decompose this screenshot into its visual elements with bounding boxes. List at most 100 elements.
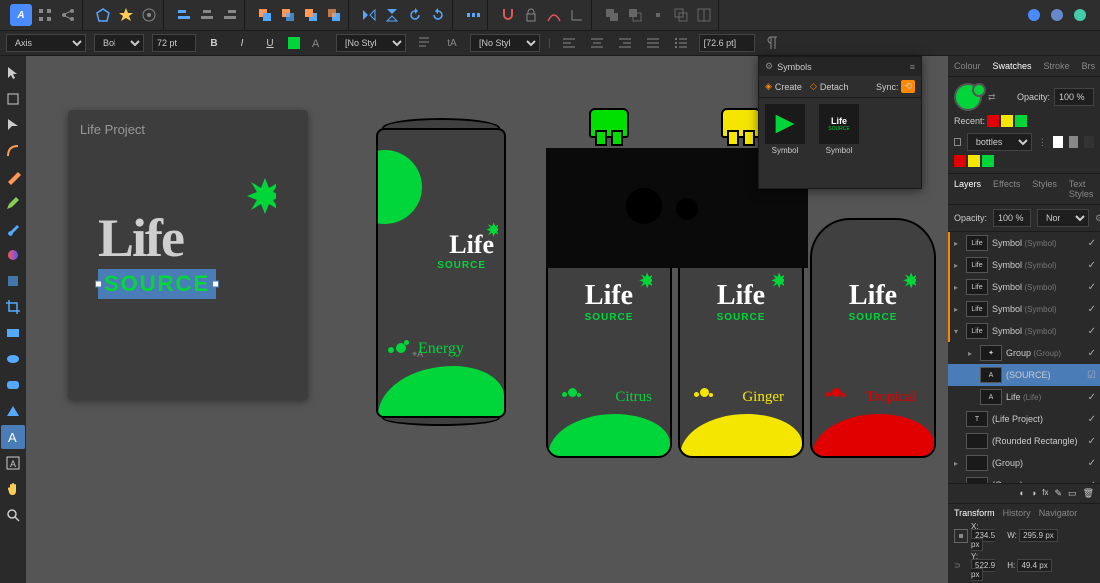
bool-add-icon[interactable]: [602, 5, 622, 25]
tab-styles[interactable]: Styles: [1026, 174, 1063, 204]
align-left-text-icon[interactable]: [559, 33, 579, 53]
layer-row[interactable]: ▸(Group) ✓: [948, 474, 1100, 483]
palette-icon[interactable]: [954, 138, 961, 146]
artboard-tool-icon[interactable]: [1, 87, 25, 111]
align-justify-icon[interactable]: [643, 33, 663, 53]
expand-arrow-icon[interactable]: ▸: [954, 305, 962, 314]
pan-tool-icon[interactable]: [1, 477, 25, 501]
transparency-tool-icon[interactable]: [1, 269, 25, 293]
layer-row[interactable]: ▸(Group) ✓: [948, 452, 1100, 474]
layer-visibility-check[interactable]: ✓: [1088, 304, 1096, 315]
coord-icon[interactable]: [567, 5, 587, 25]
align-center-text-icon[interactable]: [587, 33, 607, 53]
transform-x[interactable]: 234.5 px: [971, 529, 995, 551]
move-tool-icon[interactable]: [1, 61, 25, 85]
pencil-tool-icon[interactable]: [1, 191, 25, 215]
fill-tool-icon[interactable]: [1, 243, 25, 267]
char-style-select[interactable]: [No Style]: [336, 34, 406, 52]
stroke-color-well[interactable]: [972, 83, 986, 97]
fill-color-well[interactable]: [954, 83, 982, 111]
layer-row[interactable]: A(SOURCE) ☑: [948, 364, 1100, 386]
blend-mode-select[interactable]: Normal: [1037, 209, 1089, 227]
node-tool-icon[interactable]: [1, 113, 25, 137]
tab-text-styles[interactable]: Text Styles: [1063, 174, 1100, 204]
bool-xor-icon[interactable]: [671, 5, 691, 25]
rect-tool-icon[interactable]: [1, 321, 25, 345]
arrange-front2-icon[interactable]: [324, 5, 344, 25]
layer-visibility-check[interactable]: ✓: [1088, 392, 1096, 403]
zoom-tool-icon[interactable]: [1, 503, 25, 527]
symbol-create-button[interactable]: ◈Create: [765, 81, 802, 92]
sync-toggle-icon[interactable]: ⟲: [901, 80, 915, 93]
leading-input[interactable]: [699, 34, 755, 52]
arrange-front-icon[interactable]: [301, 5, 321, 25]
bool-int-icon[interactable]: [648, 5, 668, 25]
transform-w[interactable]: 295.9 px: [1019, 529, 1058, 542]
can-artwork[interactable]: Life SOURCE ⌖A Energy: [376, 118, 506, 428]
align-center-icon[interactable]: [197, 5, 217, 25]
symbol-item[interactable]: LifeSOURCE Symbol: [819, 104, 859, 182]
ellipse-tool-icon[interactable]: [1, 347, 25, 371]
gear-icon[interactable]: ⚙: [765, 61, 773, 72]
layer-visibility-check[interactable]: ✓: [1088, 436, 1096, 447]
share-icon[interactable]: [58, 5, 78, 25]
triangle-tool-icon[interactable]: [1, 399, 25, 423]
tab-transform[interactable]: Transform: [954, 508, 995, 518]
layer-visibility-check[interactable]: ✓: [1088, 238, 1096, 249]
expand-arrow-icon[interactable]: ▸: [954, 459, 962, 468]
layer-row[interactable]: T(Life Project) ✓: [948, 408, 1100, 430]
rotate-cw-icon[interactable]: [428, 5, 448, 25]
typography-icon[interactable]: tA: [442, 33, 462, 53]
tab-colour[interactable]: Colour: [948, 56, 987, 76]
layer-visibility-check[interactable]: ✓: [1088, 458, 1096, 469]
font-family-select[interactable]: Axis: [6, 34, 86, 52]
expand-arrow-icon[interactable]: ▸: [968, 349, 976, 358]
rounded-rect-tool-icon[interactable]: [1, 373, 25, 397]
italic-icon[interactable]: I: [232, 33, 252, 53]
palette-swatch[interactable]: [982, 155, 994, 167]
layer-row[interactable]: ▸LifeSymbol (Symbol)✓: [948, 276, 1100, 298]
tab-layers[interactable]: Layers: [948, 174, 987, 204]
tab-effects[interactable]: Effects: [987, 174, 1026, 204]
layer-visibility-check[interactable]: ✓: [1088, 414, 1096, 425]
transform-h[interactable]: 49.4 px: [1017, 559, 1051, 572]
layer-visibility-check[interactable]: ☑: [1087, 370, 1096, 381]
layer-row[interactable]: ▸LifeSymbol (Symbol)✓: [948, 232, 1100, 254]
layer-row[interactable]: ALife (Life)✓: [948, 386, 1100, 408]
align-right-text-icon[interactable]: [615, 33, 635, 53]
font-size-input[interactable]: [152, 34, 196, 52]
underline-icon[interactable]: U: [260, 33, 280, 53]
layer-settings-icon[interactable]: ⚙: [1095, 213, 1100, 224]
grid-icon[interactable]: [35, 5, 55, 25]
symbol-detach-button[interactable]: ◇Detach: [810, 81, 848, 92]
tab-brushes[interactable]: Brs: [1076, 56, 1100, 76]
layer-row[interactable]: (Rounded Rectangle) ✓: [948, 430, 1100, 452]
layer-list[interactable]: ▸LifeSymbol (Symbol)✓▸LifeSymbol (Symbol…: [948, 232, 1100, 483]
recent-swatch[interactable]: [1001, 115, 1013, 127]
mode-swatch[interactable]: [1053, 136, 1063, 148]
align-left-icon[interactable]: [174, 5, 194, 25]
panel-menu-icon[interactable]: ≡: [910, 62, 915, 72]
bold-icon[interactable]: B: [204, 33, 224, 53]
add-layer-icon[interactable]: ▭: [1068, 488, 1077, 499]
tab-swatches[interactable]: Swatches: [987, 56, 1038, 76]
symbol-item[interactable]: Symbol: [765, 104, 805, 182]
snap-icon[interactable]: [498, 5, 518, 25]
font-weight-select[interactable]: Bold: [94, 34, 144, 52]
para-panel-icon[interactable]: [763, 33, 783, 53]
delete-layer-icon[interactable]: 🗑: [1083, 488, 1094, 499]
layer-row[interactable]: ▸LifeSymbol (Symbol)✓: [948, 298, 1100, 320]
recent-swatch[interactable]: [1015, 115, 1027, 127]
layer-row[interactable]: ▾LifeSymbol (Symbol)✓: [948, 320, 1100, 342]
layer-visibility-check[interactable]: ✓: [1088, 348, 1096, 359]
transform-y[interactable]: 522.9 px: [971, 559, 995, 581]
layer-visibility-check[interactable]: ✓: [1088, 260, 1096, 271]
align-right-icon[interactable]: [220, 5, 240, 25]
star-shape-icon[interactable]: [116, 5, 136, 25]
char-panel-icon[interactable]: A: [308, 33, 328, 53]
expand-arrow-icon[interactable]: ▾: [954, 327, 962, 336]
mode-swatch[interactable]: [1069, 136, 1079, 148]
persona-export-icon[interactable]: [1070, 5, 1090, 25]
tab-navigator[interactable]: Navigator: [1039, 508, 1078, 518]
layer-row[interactable]: ▸LifeSymbol (Symbol)✓: [948, 254, 1100, 276]
